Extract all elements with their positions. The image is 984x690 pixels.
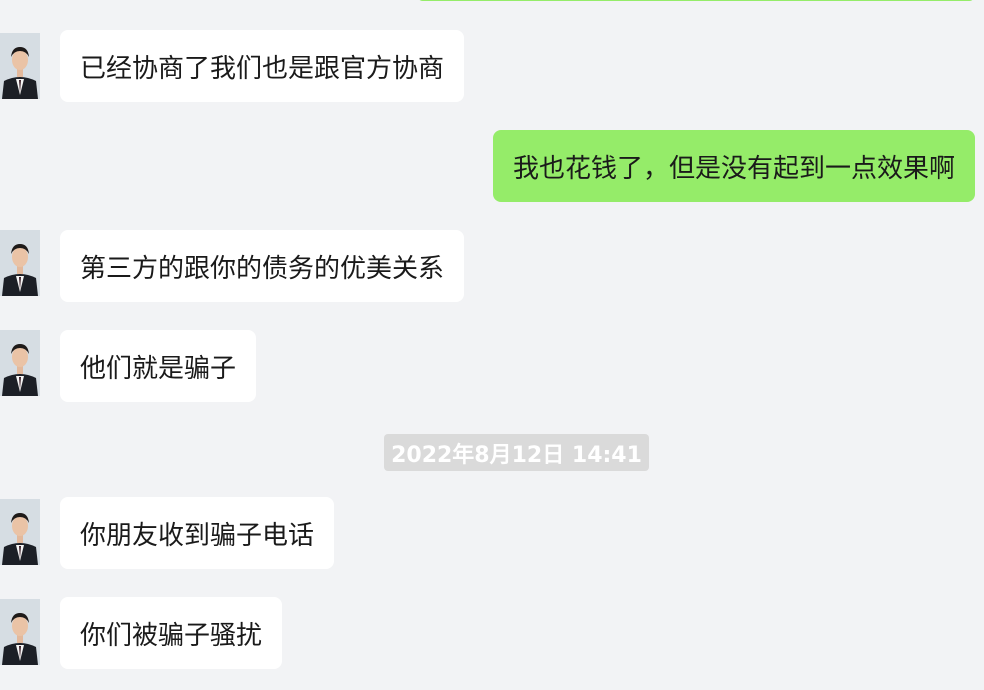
incoming-message-bubble[interactable]: 他们就是骗子 [60, 330, 257, 402]
contact-avatar-icon[interactable] [0, 33, 40, 99]
contact-avatar-icon[interactable] [0, 499, 40, 565]
incoming-message-bubble[interactable]: 你们被骗子骚扰 [60, 597, 283, 669]
contact-avatar-icon[interactable] [0, 230, 40, 296]
message-text: 你朋友收到骗子电话 [80, 520, 315, 551]
chat-area: 已经协商了我们也是跟官方协商 我也花钱了，但是没有起到一点效果啊 第三方的跟你的… [0, 0, 984, 690]
message-text: 第三方的跟你的债务的优美关系 [80, 253, 445, 284]
message-text: 已经协商了我们也是跟官方协商 [80, 53, 445, 84]
chat-timestamp: 2022年8月12日 14:41 [384, 434, 649, 471]
message-text: 你们被骗子骚扰 [80, 620, 263, 651]
incoming-message-bubble[interactable]: 第三方的跟你的债务的优美关系 [60, 230, 465, 302]
incoming-message-bubble[interactable]: 你朋友收到骗子电话 [60, 497, 335, 569]
message-text: 他们就是骗子 [80, 353, 237, 384]
incoming-message-bubble[interactable]: 已经协商了我们也是跟官方协商 [60, 30, 465, 102]
contact-avatar-icon[interactable] [0, 330, 40, 396]
contact-avatar-icon[interactable] [0, 599, 40, 665]
outgoing-message-bubble[interactable]: 我也花钱了，但是没有起到一点效果啊 [492, 130, 975, 202]
message-text: 我也花钱了，但是没有起到一点效果啊 [512, 153, 955, 184]
previous-outgoing-bubble-edge [418, 0, 974, 1]
